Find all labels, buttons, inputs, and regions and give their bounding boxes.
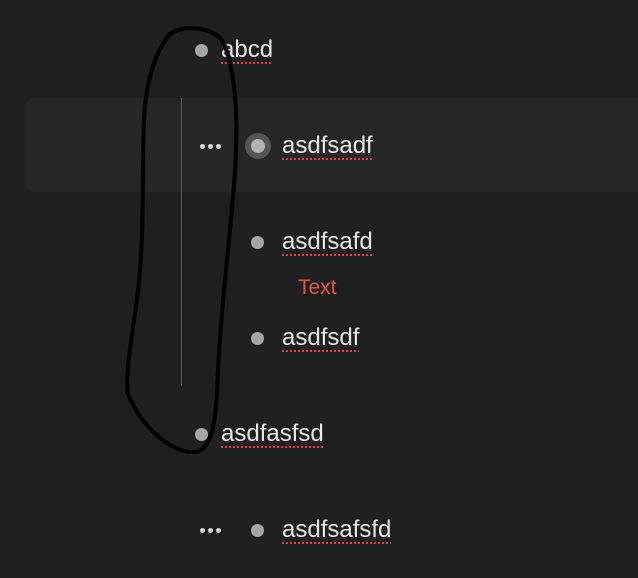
outline-item-text[interactable]: asdfsdf bbox=[282, 323, 359, 353]
outline-item-text[interactable]: asdfasfsd bbox=[221, 419, 324, 449]
bullet-dot-icon[interactable] bbox=[195, 427, 208, 441]
bullet-dot-icon[interactable] bbox=[251, 235, 264, 249]
outline-item-asdfsafsfd[interactable]: asdfsafsfd bbox=[251, 512, 391, 548]
bullet-dot-icon[interactable] bbox=[195, 43, 208, 57]
bullet-dot-icon[interactable] bbox=[251, 331, 264, 345]
outline-item-text[interactable]: asdfsafd bbox=[282, 227, 373, 257]
outline-item-asdfsdf[interactable]: asdfsdf bbox=[251, 320, 359, 356]
ellipsis-icon[interactable] bbox=[200, 524, 221, 536]
ellipsis-icon[interactable] bbox=[200, 140, 221, 152]
bullet-collapsed-icon[interactable] bbox=[251, 139, 265, 153]
outline-item-asdfsafd[interactable]: asdfsafd bbox=[251, 224, 373, 260]
ellipsis-dot bbox=[208, 527, 213, 533]
indent-guide-line bbox=[181, 98, 182, 386]
outline-editor: abcd asdfsadf asdfsafd Text asdfsdf asdf… bbox=[0, 0, 638, 578]
ellipsis-dot bbox=[200, 527, 205, 533]
ellipsis-dot bbox=[200, 143, 205, 149]
item-note[interactable]: Text bbox=[298, 275, 337, 301]
outline-item-asdfasfsd[interactable]: asdfasfsd bbox=[195, 416, 324, 452]
outline-item-text[interactable]: asdfsafsfd bbox=[282, 515, 391, 545]
bullet-dot-icon[interactable] bbox=[251, 523, 264, 537]
outline-item-text[interactable]: abcd bbox=[221, 35, 273, 65]
ellipsis-dot bbox=[216, 143, 221, 149]
ellipsis-dot bbox=[208, 143, 213, 149]
outline-item-asdfsadf[interactable]: asdfsadf bbox=[251, 128, 373, 164]
outline-item-text[interactable]: asdfsadf bbox=[282, 131, 373, 161]
ellipsis-dot bbox=[216, 527, 221, 533]
outline-item-abcd[interactable]: abcd bbox=[195, 32, 273, 68]
